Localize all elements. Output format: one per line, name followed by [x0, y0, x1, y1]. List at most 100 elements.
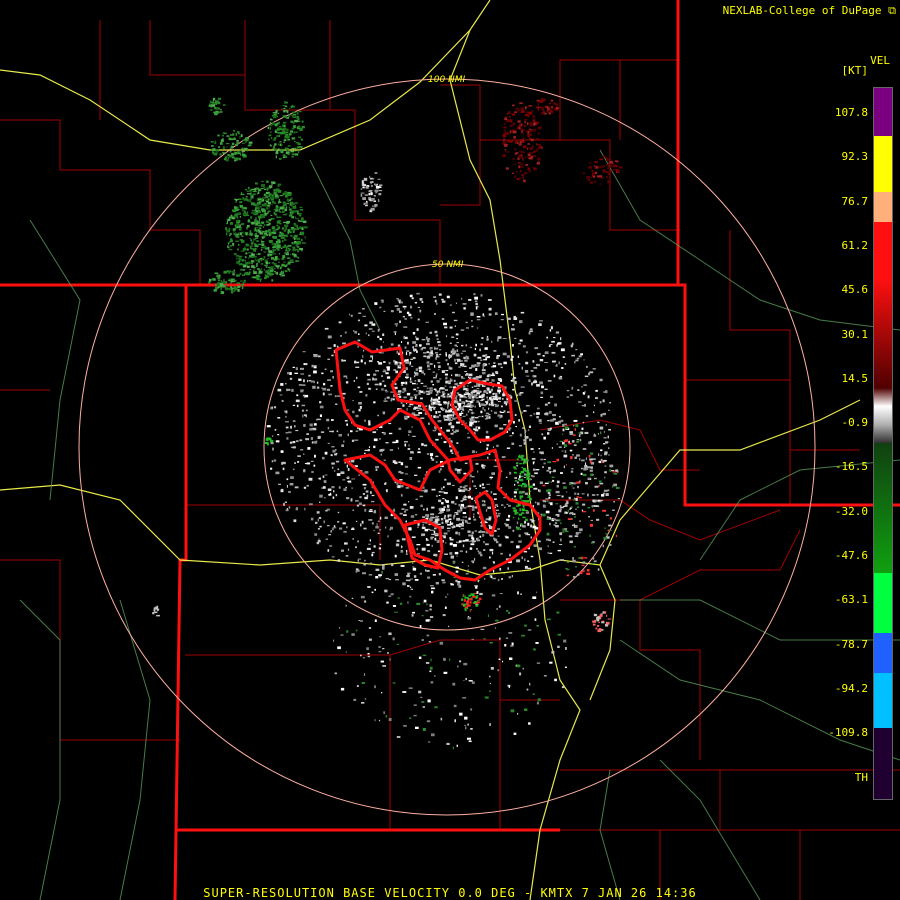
echo-pixel: [474, 530, 478, 532]
echo-pixel: [304, 463, 307, 465]
echo-pixel: [262, 209, 266, 213]
echo-pixel: [468, 397, 471, 399]
echo-pixel: [438, 365, 441, 368]
echo-pixel: [453, 544, 457, 547]
echo-pixel: [480, 343, 483, 346]
echo-pixel: [411, 614, 414, 617]
echo-pixel: [306, 433, 309, 435]
echo-pixel: [344, 331, 347, 334]
echo-pixel: [527, 122, 529, 126]
echo-pixel: [496, 372, 499, 374]
echo-pixel: [564, 530, 569, 533]
echo-pixel: [355, 570, 358, 573]
credit-label[interactable]: NEXLAB-College of DuPage ⧉: [723, 4, 896, 18]
echo-pixel: [601, 621, 605, 624]
echo-pixel: [484, 414, 489, 417]
echo-pixel: [513, 315, 516, 318]
echo-pixel: [560, 348, 565, 352]
echo-pixel: [496, 444, 499, 447]
echo-pixel: [408, 430, 412, 433]
echo-pixel: [332, 376, 334, 379]
echo-pixel: [279, 195, 284, 197]
echo-pixel: [463, 307, 466, 310]
echo-pixel: [533, 413, 536, 415]
echo-pixel: [544, 403, 548, 406]
echo-pixel: [243, 147, 248, 150]
echo-pixel: [599, 183, 602, 185]
echo-pixel: [361, 682, 365, 684]
echo-pixel: [585, 457, 588, 460]
echo-pixel: [265, 230, 268, 233]
echo-pixel: [245, 252, 248, 255]
echo-pixel: [290, 254, 292, 256]
echo-pixel: [488, 363, 490, 365]
echo-pixel: [272, 139, 276, 141]
echo-pixel: [402, 404, 405, 407]
echo-pixel: [523, 551, 528, 553]
echo-pixel: [432, 429, 437, 432]
echo-pixel: [560, 506, 564, 509]
echo-pixel: [286, 478, 289, 481]
echo-pixel: [555, 490, 560, 494]
echo-pixel: [530, 138, 534, 142]
echo-pixel: [283, 214, 287, 216]
echo-pixel: [291, 228, 295, 231]
echo-pixel: [388, 718, 392, 721]
echo-pixel: [283, 125, 286, 128]
echo-pixel: [260, 232, 262, 234]
echo-pixel: [564, 504, 568, 507]
echo-pixel: [342, 479, 346, 481]
echo-pixel: [404, 441, 408, 443]
echo-pixel: [267, 269, 271, 272]
echo-pixel: [524, 565, 528, 569]
echo-pixel: [402, 387, 406, 391]
echo-pixel: [514, 489, 518, 491]
echo-pixel: [450, 425, 455, 429]
echo-pixel: [467, 530, 471, 533]
echo-pixel: [229, 245, 232, 247]
echo-pixel: [229, 221, 233, 225]
echo-pixel: [591, 563, 595, 565]
echo-pixel: [475, 604, 479, 607]
echo-pixel: [481, 415, 484, 418]
echo-pixel: [476, 319, 481, 321]
echo-pixel: [589, 466, 593, 469]
credit-text[interactable]: NEXLAB-College of DuPage ⧉: [723, 4, 896, 17]
echo-pixel: [335, 449, 337, 451]
echo-pixel: [395, 543, 400, 547]
echo-pixel: [278, 234, 282, 237]
echo-pixel: [352, 509, 354, 511]
echo-pixel: [455, 398, 458, 401]
echo-pixel: [346, 526, 348, 529]
echo-pixel: [211, 278, 214, 281]
echo-pixel: [599, 401, 602, 404]
echo-pixel: [279, 273, 282, 276]
echo-pixel: [299, 206, 303, 209]
echo-pixel: [364, 600, 367, 603]
echo-pixel: [514, 400, 518, 402]
echo-pixel: [284, 252, 286, 255]
echo-pixel: [457, 519, 460, 522]
echo-pixel: [251, 210, 254, 212]
echo-pixel: [347, 433, 349, 436]
echo-pixel: [229, 233, 232, 235]
echo-pixel: [368, 543, 371, 545]
echo-pixel: [464, 396, 468, 399]
echo-pixel: [374, 588, 376, 591]
echo-pixel: [368, 519, 373, 521]
echo-pixel: [574, 492, 577, 495]
echo-pixel: [593, 404, 595, 407]
echo-pixel: [508, 685, 510, 689]
echo-pixel: [413, 388, 417, 391]
echo-pixel: [548, 112, 551, 115]
echo-pixel: [602, 611, 605, 614]
echo-pixel: [261, 244, 264, 247]
echo-pixel: [272, 253, 277, 255]
echo-pixel: [303, 424, 306, 427]
echo-pixel: [572, 576, 576, 578]
echo-pixel: [598, 485, 600, 487]
echo-pixel: [476, 601, 480, 604]
echo-pixel: [344, 542, 348, 545]
echo-pixel: [285, 426, 289, 429]
echo-pixel: [277, 143, 280, 146]
